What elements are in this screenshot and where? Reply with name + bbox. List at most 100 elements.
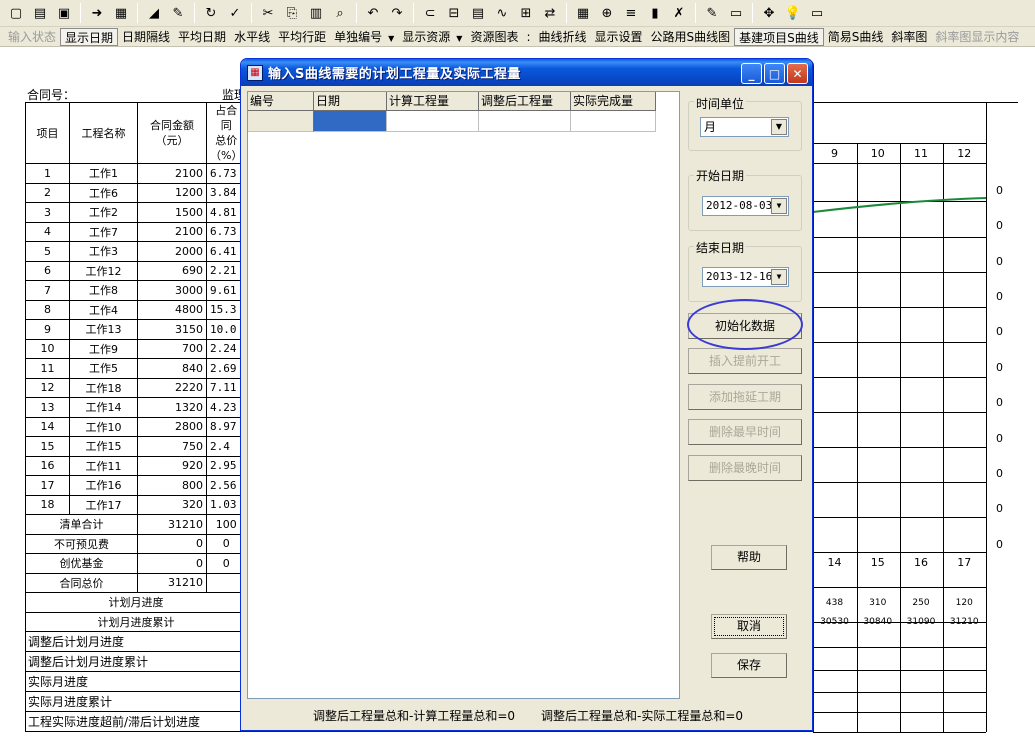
chevron-down-icon[interactable]: ▼ [771,119,787,135]
actual-quantity-cell[interactable] [571,111,656,132]
toolbar-item-5[interactable]: 平均行距 [274,28,330,46]
toolbar-item-label: 公路用S曲线图 [650,29,731,44]
move-icon[interactable]: ✥ [758,2,780,24]
date-cell-selected[interactable] [314,111,387,132]
new-icon[interactable]: ▢ [5,2,27,24]
grid-column-header[interactable]: 计算工程量 [387,92,479,111]
time-unit-select[interactable]: 月 ▼ [700,117,789,137]
maximize-button[interactable]: □ [764,63,785,84]
plan-row: 计划月进度 [24,592,246,613]
calc-quantity-cell[interactable] [387,111,479,132]
chevron-down-icon[interactable]: ▼ [771,198,787,214]
cell-no: 7 [25,280,70,301]
add-delay-button[interactable]: 添加拖延工期 [688,384,802,410]
link-icon[interactable]: ⊂ [419,2,441,24]
s-curve-chart-grid: 9 10 11 12 14 15 16 17 438 310 250 120 30530 30840 310… [813,102,1018,733]
minimize-icon: _ [748,66,755,81]
dialog-titlebar[interactable]: ▦ 输入S曲线需要的计划工程量及实际工程量 _ □ ✕ [241,59,812,86]
header-amount-text: 合同金额 （元） [150,119,194,147]
cell-no: 5 [25,241,70,262]
cancel-button[interactable]: 取消 [711,614,787,639]
copy-icon[interactable]: ⎘ [281,2,303,24]
toolbar-item-0[interactable]: 输入状态 [4,28,60,46]
save-button[interactable]: 保存 [711,653,787,678]
toolbar-item-10[interactable]: 显示设置 [591,28,647,46]
marker-icon[interactable]: ✎ [701,2,723,24]
export-icon[interactable]: ➜ [86,2,108,24]
cell-amount: 1500 [137,202,207,223]
end-date-picker[interactable]: 2013-12-16 ▼ [702,267,789,287]
chevron-down-icon[interactable]: ▼ [771,269,787,285]
grid-column-header[interactable]: 日期 [314,92,387,111]
toolbar-item-label: 斜率图 [891,29,928,44]
toolbar-item-label: 显示设置 [594,29,643,44]
toolbar-item-14[interactable]: 斜率图 [887,28,931,46]
monitor-icon[interactable]: ▭ [725,2,747,24]
calendar-icon[interactable]: ▦ [572,2,594,24]
grid-data-row[interactable] [248,111,656,132]
grid-column-header[interactable]: 实际完成量 [571,92,656,111]
open-icon[interactable]: ▤ [29,2,51,24]
cell-amount: 320 [137,494,207,515]
bulb-icon[interactable]: 💡 [782,2,804,24]
delete-latest-button[interactable]: 删除最晚时间 [688,455,802,481]
schedule-icon[interactable]: ▤ [467,2,489,24]
toolbar-item-8[interactable]: 资源图表 [466,28,522,46]
toolbar-item-13[interactable]: 简易S曲线 [824,28,888,46]
header-percent-text: 占合同 总价 （%） [210,104,243,162]
toolbar-item-4[interactable]: 水平线 [230,28,274,46]
toolbar-item-15[interactable]: 斜率图显示内容 [931,28,1023,46]
delete-earliest-button[interactable]: 删除最早时间 [688,419,802,445]
align-icon[interactable]: ≡ [620,2,642,24]
start-date-picker[interactable]: 2012-08-03 ▼ [702,196,789,216]
toolbar-item-7[interactable]: 显示资源 ▼ [398,28,466,46]
refresh-icon[interactable]: ↻ [200,2,222,24]
totals-label: 清单合计 [25,514,138,535]
toolbar-separator [356,3,357,23]
pencil-icon[interactable]: ✎ [167,2,189,24]
cut-icon[interactable]: ✂ [257,2,279,24]
toolbar-item-1[interactable]: 显示日期 [60,27,119,46]
help-button[interactable]: 帮助 [711,545,787,570]
insert-early-start-button[interactable]: 插入提前开工 [688,348,802,374]
bar-icon[interactable]: ⊟ [443,2,465,24]
row-header-cell[interactable] [248,111,314,132]
print-preview-icon[interactable]: ▦ [110,2,132,24]
zoom-icon[interactable]: ⊕ [596,2,618,24]
toolbar-item-11[interactable]: 公路用S曲线图 [647,28,735,46]
close-button[interactable]: ✕ [787,63,808,84]
minimize-button[interactable]: _ [741,63,762,84]
grid-column-header[interactable]: 编号 [248,92,314,111]
chart-icon[interactable]: ▮ [644,2,666,24]
totals-row: 不可预见费 0 0 [25,533,247,554]
adjusted-quantity-cell[interactable] [479,111,571,132]
save-icon[interactable]: ▣ [53,2,75,24]
grid-line [813,102,1018,103]
quantity-grid[interactable]: 编号 日期 计算工程量 调整后工程量 实际完成量 [247,91,680,699]
plan-monthly-value: 438 [825,598,844,608]
toolbar-item-9[interactable]: 曲线折线 [535,28,591,46]
toolbar-item-3[interactable]: 平均日期 [174,28,230,46]
toolbar-separator [80,3,81,23]
tools-icon[interactable]: ✗ [668,2,690,24]
toolbar-item-12[interactable]: 基建项目S曲线 [734,27,824,46]
toolbar-item-6[interactable]: 单独编号 ▼ [330,28,398,46]
toolbar-item-2[interactable]: 日期隔线 [118,28,174,46]
export2-icon[interactable]: ▭ [806,2,828,24]
network-icon[interactable]: ⊞ [515,2,537,24]
undo-icon[interactable]: ↶ [362,2,384,24]
curve-icon[interactable]: ∿ [491,2,513,24]
grid-line [943,143,944,732]
check-icon[interactable]: ✓ [224,2,246,24]
app-icon: ▦ [247,64,263,81]
paste-icon[interactable]: ▥ [305,2,327,24]
triangle-icon[interactable]: ◢ [143,2,165,24]
find-icon[interactable]: ⌕ [329,2,351,24]
toolbar-separator [413,3,414,23]
cell-no: 10 [25,338,70,359]
split-icon[interactable]: ⇄ [539,2,561,24]
redo-icon[interactable]: ↷ [386,2,408,24]
grid-column-header[interactable]: 调整后工程量 [479,92,571,111]
progress-row-label: 调整后计划月进度 [25,631,245,652]
totals-label: 合同总价 [25,572,138,593]
